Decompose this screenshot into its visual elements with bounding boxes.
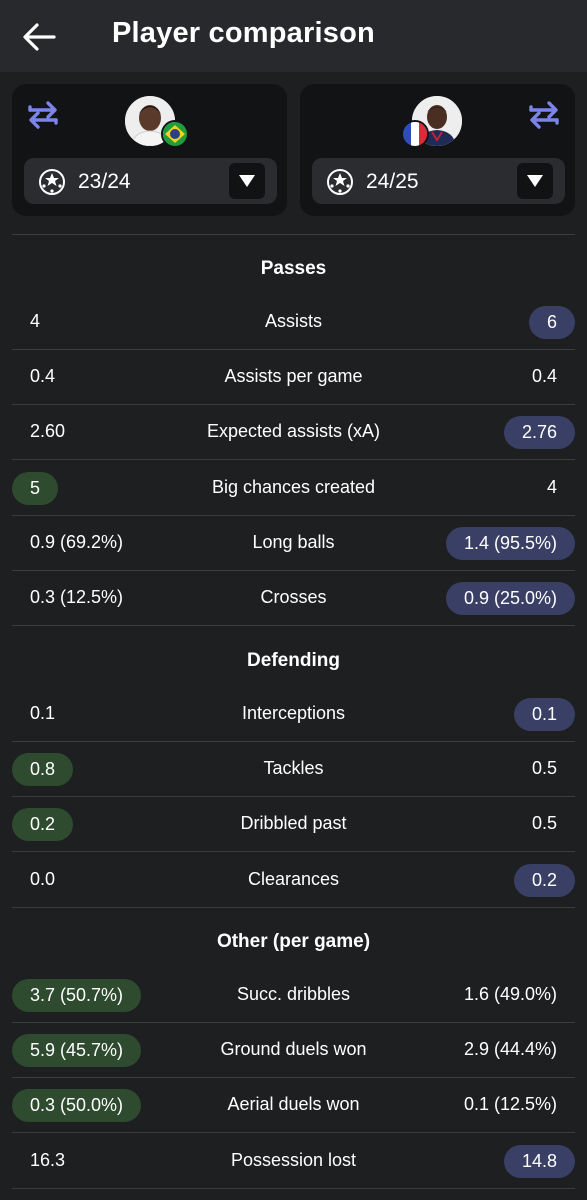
stat-value-right: 6: [528, 306, 575, 339]
stat-label: Clearances: [247, 868, 340, 889]
stat-value-left: 16.3: [30, 1149, 66, 1170]
arrow-left-icon: [23, 23, 56, 51]
stat-label: Interceptions: [241, 703, 346, 723]
season-selector-left[interactable]: 23/24: [24, 158, 277, 204]
stat-value-left: 0.4: [30, 366, 56, 387]
stat-value-right: 0.2: [513, 863, 575, 897]
stat-value-left: 0.1: [30, 703, 56, 723]
stat-row: Tackles 0.8 0.5: [0, 742, 587, 798]
stat-row: Possession lost 16.3 14.8: [0, 1134, 587, 1189]
stat-row: Crosses 0.3 (12.5%) 0.9 (25.0%): [0, 571, 587, 626]
header-divider: [12, 234, 575, 235]
stat-value-left: 0.3 (50.0%): [12, 1089, 142, 1123]
back-button[interactable]: [22, 22, 56, 52]
stat-label: Possession lost: [230, 1149, 357, 1170]
stat-value-right: 1.6 (49.0%): [463, 984, 557, 1004]
stat-value-right: 0.1 (12.5%): [463, 1094, 557, 1115]
season-dropdown-right-button[interactable]: [517, 163, 553, 199]
stat-value-right: 14.8: [503, 1144, 575, 1178]
stat-value-right: 0.5: [531, 813, 557, 834]
champions-league-icon: [327, 169, 353, 195]
stat-value-left: 0.2: [12, 808, 74, 842]
row-divider: [12, 625, 575, 626]
stat-value-left: 3.7 (50.7%): [12, 979, 142, 1012]
player-card-right: 24/25: [300, 84, 575, 216]
season-dropdown-left-button[interactable]: [229, 163, 265, 199]
stat-value-left: 2.60: [30, 421, 66, 442]
player-card-left: 23/24: [12, 84, 287, 216]
stat-row: Assists 4 6: [0, 295, 587, 350]
stat-row: Succ. dribbles 3.7 (50.7%) 1.6 (49.0%): [0, 968, 587, 1023]
stat-row: Interceptions 0.1 0.1: [0, 687, 587, 742]
stat-row: Expected assists (xA) 2.60 2.76: [0, 405, 587, 461]
row-divider: [12, 906, 575, 908]
section-title: Defending: [247, 650, 340, 671]
swap-player-left-button[interactable]: [26, 98, 60, 130]
section-title: Other (per game): [216, 931, 371, 952]
swap-player-right-button[interactable]: [527, 98, 561, 130]
chevron-down-icon: [527, 175, 543, 187]
top-bar: Player comparison: [0, 0, 587, 72]
row-divider: [12, 1187, 575, 1189]
stat-value-right: 0.4: [531, 366, 557, 387]
stat-label: Tackles: [263, 758, 324, 779]
stat-label: Assists: [264, 311, 322, 331]
season-selector-right[interactable]: 24/25: [312, 158, 565, 204]
stat-value-left: 5.9 (45.7%): [12, 1034, 142, 1068]
stat-value-right: 2.9 (44.4%): [463, 1039, 557, 1060]
chevron-down-icon: [239, 175, 255, 187]
stat-row: Ground duels won 5.9 (45.7%) 2.9 (44.4%): [0, 1023, 587, 1079]
stat-label: Assists per game: [224, 366, 363, 387]
stat-row: Assists per game 0.4 0.4: [0, 350, 587, 406]
stat-label: Dribbled past: [240, 813, 347, 834]
stat-value-left: 5: [12, 471, 59, 505]
stat-row: Clearances 0.0 0.2: [0, 853, 587, 908]
france-flag-icon: [401, 120, 429, 148]
stat-value-right: 1.4 (95.5%): [445, 526, 575, 560]
stat-row: Big chances created 5 4: [0, 461, 587, 516]
stat-row: Dribbled past 0.2 0.5: [0, 797, 587, 853]
stat-row: Aerial duels won 0.3 (50.0%) 0.1 (12.5%): [0, 1078, 587, 1134]
stat-value-left: 0.3 (12.5%): [30, 587, 124, 607]
stat-value-left: 0.8: [12, 753, 74, 787]
stat-row: Long balls 0.9 (69.2%) 1.4 (95.5%): [0, 516, 587, 571]
season-label-left: 23/24: [78, 170, 131, 193]
stat-value-right: 4: [546, 476, 557, 497]
champions-league-icon: [39, 169, 65, 195]
page-title: Player comparison: [112, 17, 375, 49]
section-title: Passes: [260, 258, 327, 279]
stat-value-left: 0.0: [30, 868, 56, 889]
stat-value-right: 0.5: [531, 758, 557, 779]
stat-value-left: 4: [30, 311, 41, 331]
season-label-right: 24/25: [366, 170, 419, 193]
stat-label: Big chances created: [211, 476, 376, 497]
stat-label: Expected assists (xA): [206, 421, 381, 442]
swap-icon: [529, 101, 559, 129]
stat-value-right: 0.9 (25.0%): [445, 582, 575, 615]
swap-icon: [28, 101, 58, 129]
stat-value-right: 2.76: [503, 416, 575, 450]
stat-value-left: 0.9 (69.2%): [30, 531, 124, 552]
brazil-flag-icon: [161, 120, 189, 148]
stat-value-right: 0.1: [513, 698, 575, 731]
